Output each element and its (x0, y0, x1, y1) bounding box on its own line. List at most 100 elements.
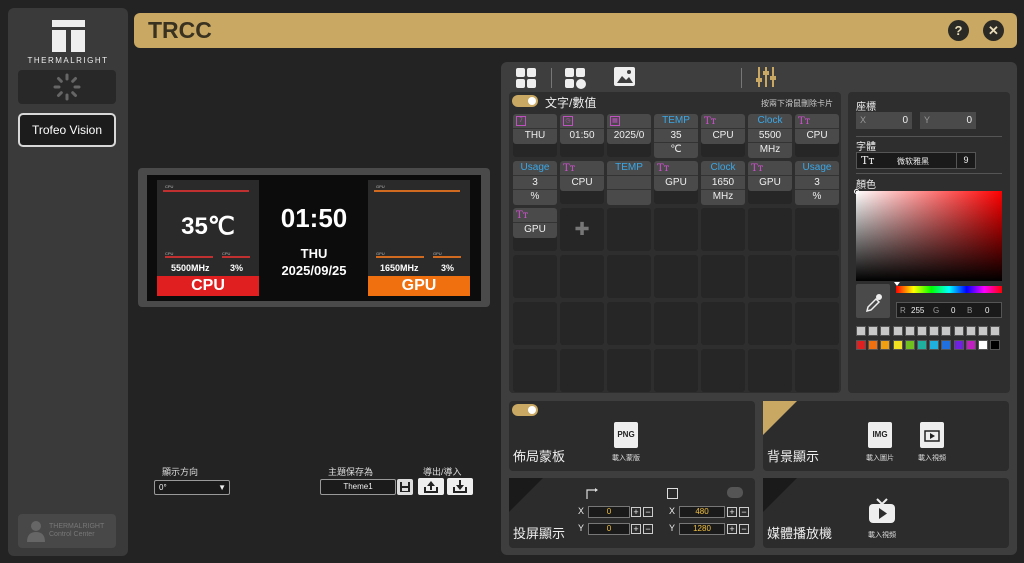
font-size-input[interactable]: 9 (956, 152, 976, 169)
layout-mask-toggle[interactable] (512, 404, 538, 416)
link-toggle[interactable] (727, 487, 743, 498)
widget-card[interactable]: TEMP (607, 161, 651, 205)
height-increment-button[interactable]: + (727, 524, 737, 534)
color-swatch[interactable] (868, 326, 879, 336)
color-swatch[interactable] (892, 326, 903, 336)
grid-cell[interactable] (607, 302, 651, 345)
width-decrement-button[interactable]: − (739, 507, 749, 517)
grid-cell[interactable] (607, 349, 651, 392)
widget-card[interactable]: Tт CPU (560, 161, 604, 191)
grid-cell[interactable] (560, 302, 604, 345)
x-increment-button[interactable]: + (631, 507, 641, 517)
device-trofeo-vision-button[interactable]: Trofeo Vision (18, 113, 116, 147)
device-loading-button[interactable] (18, 70, 116, 104)
color-swatch[interactable] (965, 326, 976, 336)
grid-cell[interactable] (607, 255, 651, 298)
x-field[interactable]: X 0 (856, 112, 912, 129)
color-swatch[interactable] (917, 340, 927, 350)
sliders-icon[interactable] (755, 66, 777, 88)
grid-cell[interactable] (560, 349, 604, 392)
widget-card[interactable]: Tт GPU (513, 208, 557, 238)
grid-cell[interactable] (748, 208, 792, 251)
widget-card[interactable]: Tт CPU (701, 114, 745, 144)
color-swatch[interactable] (904, 326, 915, 336)
grid-cell[interactable] (795, 208, 839, 251)
color-swatch[interactable] (990, 326, 1001, 336)
add-widget-button[interactable]: ✚ (560, 208, 604, 251)
widget-card[interactable]: 7 THU (513, 114, 557, 144)
color-swatch[interactable] (965, 340, 976, 350)
save-theme-button[interactable] (397, 479, 413, 495)
color-swatch[interactable] (880, 340, 891, 350)
png-file-icon[interactable]: PNG (614, 422, 638, 448)
color-swatch[interactable] (953, 326, 964, 336)
color-swatch[interactable] (929, 326, 940, 336)
hue-slider-handle[interactable] (894, 282, 900, 286)
close-button[interactable]: ✕ (983, 20, 1004, 41)
grid-cell[interactable] (513, 255, 557, 298)
widget-card[interactable]: Usage 3% (795, 161, 839, 205)
g-input[interactable]: 0 (951, 306, 955, 315)
color-picker-area[interactable] (854, 189, 1002, 281)
widget-card[interactable]: Tт GPU (654, 161, 698, 191)
projection-y-input[interactable]: 0 (588, 523, 630, 535)
height-decrement-button[interactable]: − (739, 524, 749, 534)
tv-play-icon[interactable] (867, 496, 897, 526)
widget-card[interactable]: TEMP 35 ℃ (654, 114, 698, 158)
grid-cell[interactable] (654, 255, 698, 298)
y-decrement-button[interactable]: − (643, 524, 653, 534)
grid-cell[interactable] (701, 302, 745, 345)
grid-cell[interactable] (748, 349, 792, 392)
grid-cell[interactable] (560, 255, 604, 298)
widget-card[interactable]: ▦ 2025/0 (607, 114, 651, 144)
grid-cell[interactable] (795, 349, 839, 392)
color-swatch[interactable] (880, 326, 891, 336)
theme-name-input[interactable]: Theme1 (320, 479, 396, 495)
color-swatch[interactable] (978, 326, 988, 336)
widget-card[interactable]: Tт CPU (795, 114, 839, 144)
widget-card[interactable]: Tт GPU (748, 161, 792, 191)
grid-cell[interactable] (701, 208, 745, 251)
widget-card[interactable]: ◷ 01:50 (560, 114, 604, 144)
projection-x-input[interactable]: 0 (588, 506, 630, 518)
grid-cell[interactable] (607, 208, 651, 251)
color-swatch[interactable] (868, 340, 879, 350)
widget-card[interactable]: Clock 1650 MHz (701, 161, 745, 205)
grid-cell[interactable] (795, 302, 839, 345)
b-input[interactable]: 0 (985, 306, 989, 315)
x-decrement-button[interactable]: − (643, 507, 653, 517)
projection-height-input[interactable]: 1280 (679, 523, 725, 535)
eyedropper-button[interactable] (856, 284, 890, 318)
hue-slider[interactable] (896, 286, 1002, 293)
grid-cell[interactable] (654, 302, 698, 345)
y-increment-button[interactable]: + (631, 524, 641, 534)
grid-cell[interactable] (513, 302, 557, 345)
grid-cell[interactable] (795, 255, 839, 298)
grid-cell[interactable] (748, 302, 792, 345)
projection-width-input[interactable]: 480 (679, 506, 725, 518)
layout-grid-icon[interactable] (515, 67, 537, 89)
text-values-toggle[interactable] (512, 95, 538, 107)
color-swatch[interactable] (892, 340, 903, 350)
orientation-select[interactable]: 0° ▼ (154, 480, 230, 495)
color-swatch[interactable] (856, 326, 866, 336)
grid-cell[interactable] (513, 349, 557, 392)
width-increment-button[interactable]: + (727, 507, 737, 517)
video-file-icon[interactable] (920, 422, 944, 448)
control-center-button[interactable]: THERMALRIGHT Control Center (18, 514, 116, 548)
grid-cell[interactable] (654, 349, 698, 392)
color-swatch[interactable] (904, 340, 915, 350)
widget-card[interactable]: Usage 3% (513, 161, 557, 205)
y-field[interactable]: Y 0 (920, 112, 976, 129)
grid-cell[interactable] (654, 208, 698, 251)
color-swatch[interactable] (978, 340, 988, 350)
grid-cell[interactable] (748, 255, 792, 298)
color-swatch[interactable] (941, 340, 952, 350)
import-button[interactable] (447, 478, 473, 495)
color-swatch[interactable] (990, 340, 1001, 350)
help-button[interactable]: ? (948, 20, 969, 41)
color-swatch[interactable] (856, 340, 866, 350)
export-button[interactable] (418, 478, 444, 495)
color-swatch[interactable] (953, 340, 964, 350)
widget-card[interactable]: Clock 5500 MHz (748, 114, 792, 158)
